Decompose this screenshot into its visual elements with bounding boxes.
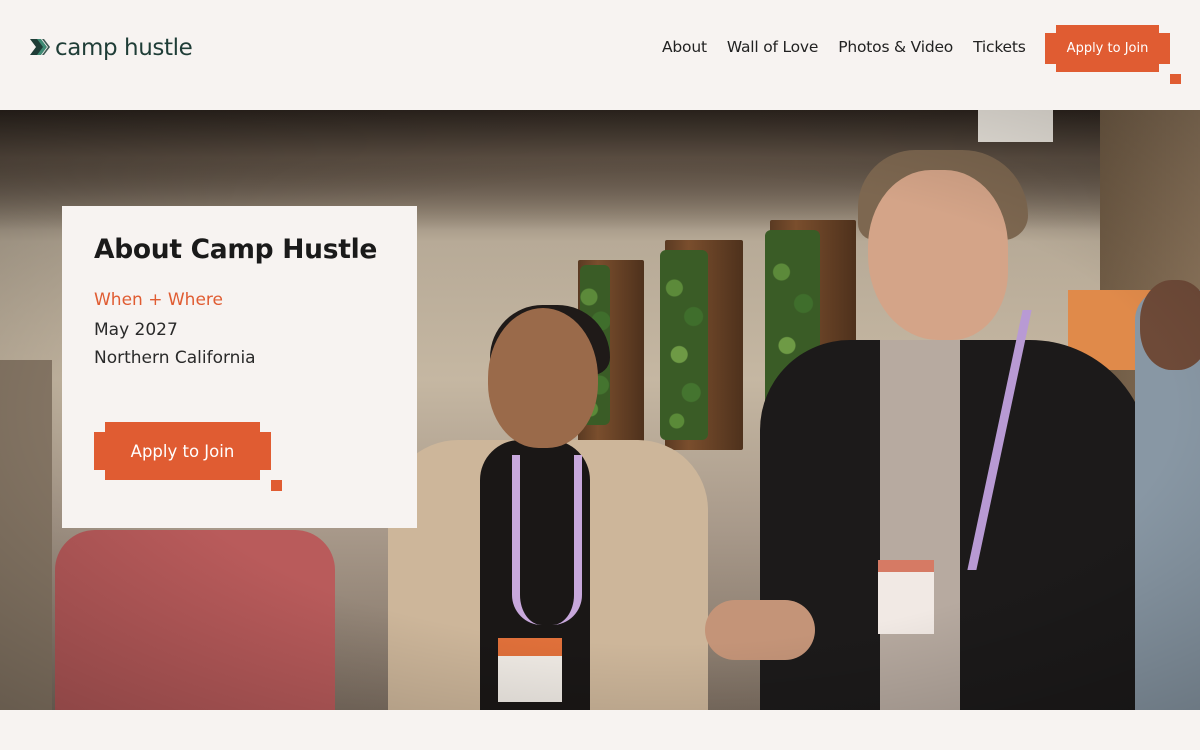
event-date: May 2027 (94, 320, 178, 340)
logo-link[interactable]: camp hustle (28, 33, 193, 63)
double-chevron-logo-icon (30, 39, 50, 55)
button-pixel-accent (1170, 74, 1181, 84)
main-nav: About Wall of Love Photos & Video Ticket… (662, 38, 1046, 56)
when-where-heading: When + Where (94, 290, 223, 310)
card-apply-button[interactable]: Apply to Join (94, 422, 282, 491)
site-header: camp hustle About Wall of Love Photos & … (0, 0, 1200, 110)
about-title: About Camp Hustle (94, 234, 378, 265)
event-location: Northern California (94, 348, 256, 368)
page-bottom (0, 710, 1200, 750)
header-apply-button[interactable]: Apply to Join (1045, 25, 1181, 84)
nav-wall-of-love[interactable]: Wall of Love (727, 38, 819, 56)
header-apply-label: Apply to Join (1066, 41, 1149, 56)
card-apply-label: Apply to Join (130, 442, 235, 461)
logo-text: camp hustle (55, 35, 193, 61)
nav-about[interactable]: About (662, 38, 707, 56)
nav-tickets[interactable]: Tickets (973, 38, 1026, 56)
about-card: About Camp Hustle When + Where May 2027 … (62, 206, 417, 528)
nav-photos-video[interactable]: Photos & Video (838, 38, 953, 56)
button-pixel-accent (271, 480, 282, 491)
